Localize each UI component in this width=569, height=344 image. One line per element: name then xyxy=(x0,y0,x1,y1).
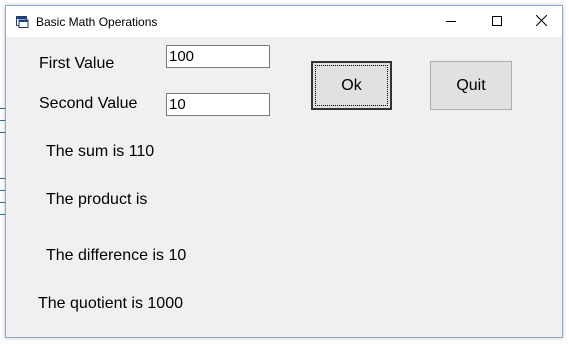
quit-button[interactable]: Quit xyxy=(430,61,512,110)
second-value-label: Second Value xyxy=(39,95,138,112)
minimize-button[interactable] xyxy=(428,6,474,37)
minimize-icon xyxy=(446,13,456,31)
quotient-result: The quotient is 1000 xyxy=(38,295,183,312)
app-window-icon xyxy=(16,15,29,28)
first-value-label: First Value xyxy=(39,55,115,72)
focus-rectangle xyxy=(315,65,388,106)
title-bar[interactable]: Basic Math Operations xyxy=(6,6,562,37)
quit-button-label: Quit xyxy=(456,76,486,94)
ok-button[interactable]: Ok xyxy=(311,61,392,110)
window-title: Basic Math Operations xyxy=(36,15,158,29)
first-value-input[interactable]: 100 xyxy=(166,45,270,68)
maximize-button[interactable] xyxy=(474,6,520,37)
close-button[interactable] xyxy=(518,6,564,37)
close-icon xyxy=(535,13,547,31)
sum-result: The sum is 110 xyxy=(46,143,155,160)
app-window: Basic Math Operations First Value 100 Se… xyxy=(5,5,563,338)
second-value-input[interactable]: 10 xyxy=(166,93,270,116)
maximize-icon xyxy=(492,13,502,31)
product-result: The product is xyxy=(46,191,148,208)
difference-result: The difference is 10 xyxy=(46,247,187,264)
